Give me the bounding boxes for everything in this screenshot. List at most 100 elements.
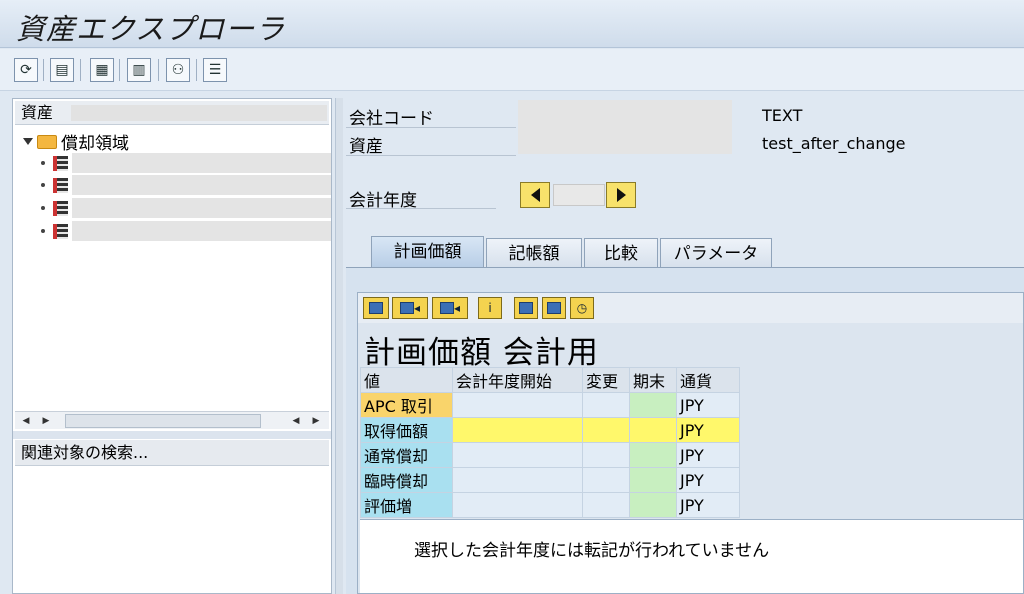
table-cell[interactable] bbox=[582, 417, 630, 443]
table-cell[interactable] bbox=[452, 442, 583, 468]
panel-splitter[interactable] bbox=[13, 431, 331, 439]
column-header[interactable]: 通貨 bbox=[676, 367, 740, 393]
table-cell[interactable] bbox=[629, 417, 677, 443]
bullet-icon bbox=[41, 229, 45, 233]
tree-item[interactable] bbox=[41, 175, 331, 195]
toolbar-separator bbox=[196, 59, 197, 81]
table-cell[interactable] bbox=[629, 442, 677, 468]
table-cell[interactable] bbox=[629, 492, 677, 518]
column-header[interactable]: 値 bbox=[360, 367, 453, 393]
toolbar-separator bbox=[158, 59, 159, 81]
tree-item[interactable] bbox=[41, 153, 331, 173]
currency-cell: JPY bbox=[676, 492, 740, 518]
tree-item-label bbox=[72, 198, 331, 218]
currency-cell: JPY bbox=[676, 467, 740, 493]
people-icon[interactable]: ⚇ bbox=[166, 58, 190, 82]
scroll-thumb[interactable] bbox=[65, 414, 261, 428]
row-label: APC 取引 bbox=[360, 392, 453, 418]
graphic-icon[interactable] bbox=[514, 297, 538, 319]
folder-open-icon bbox=[37, 134, 57, 149]
table-row[interactable]: 評価増 JPY bbox=[360, 492, 740, 518]
tree-item[interactable] bbox=[41, 198, 331, 218]
tree-node-label: 償却領域 bbox=[61, 134, 129, 154]
print-icon[interactable] bbox=[363, 297, 389, 319]
title-bar: 資産エクスプローラ bbox=[0, 0, 1024, 48]
row-label: 臨時償却 bbox=[360, 467, 453, 493]
previous-year-button[interactable] bbox=[520, 182, 550, 208]
calculator-icon[interactable] bbox=[542, 297, 566, 319]
row-label: 通常償却 bbox=[360, 442, 453, 468]
table-cell[interactable] bbox=[582, 492, 630, 518]
tree-horizontal-scrollbar[interactable]: ◀ ▶ ◀ ▶ bbox=[15, 411, 329, 429]
clock-icon[interactable]: ◷ bbox=[570, 297, 594, 319]
scroll-right-icon[interactable]: ▶ bbox=[41, 415, 51, 427]
table-row[interactable]: 通常償却 JPY bbox=[360, 442, 740, 468]
table-icon bbox=[53, 177, 68, 193]
search-label: 関連対象の検索... bbox=[21, 443, 149, 462]
tab-comparison[interactable]: 比較 bbox=[584, 238, 658, 268]
toolbar-separator bbox=[119, 59, 120, 81]
export-dropdown-icon[interactable]: ◂ bbox=[432, 297, 468, 319]
row-label: 評価増 bbox=[360, 492, 453, 518]
vertical-splitter[interactable] bbox=[335, 98, 343, 594]
currency-cell: JPY bbox=[676, 417, 740, 443]
refresh-icon[interactable]: ⟳ bbox=[14, 58, 38, 82]
company-code-label: 会社コード bbox=[349, 109, 434, 129]
tab-posted-values[interactable]: 記帳額 bbox=[486, 238, 582, 268]
table-icon bbox=[53, 200, 68, 216]
status-message: 選択した会計年度には転記が行われていません bbox=[414, 541, 770, 561]
message-area: 選択した会計年度には転記が行われていません bbox=[360, 519, 1023, 593]
tree-header-value bbox=[71, 105, 327, 121]
table-cell[interactable] bbox=[452, 417, 583, 443]
calc-icon[interactable]: ▦ bbox=[90, 58, 114, 82]
scroll-left-icon[interactable]: ◀ bbox=[21, 415, 31, 427]
tree-item[interactable] bbox=[41, 221, 331, 241]
scroll-right-icon[interactable]: ▶ bbox=[311, 415, 321, 427]
arrow-right-icon bbox=[616, 188, 626, 202]
table-icon[interactable]: ▥ bbox=[127, 58, 151, 82]
column-header[interactable]: 期末 bbox=[629, 367, 677, 393]
save-icon[interactable]: ▤ bbox=[50, 58, 74, 82]
table-row[interactable]: 臨時償却 JPY bbox=[360, 467, 740, 493]
arrow-left-icon bbox=[530, 188, 540, 202]
table-icon bbox=[53, 155, 68, 171]
asset-text: test_after_change bbox=[762, 134, 906, 153]
table-cell[interactable] bbox=[582, 467, 630, 493]
table-cell[interactable] bbox=[582, 442, 630, 468]
table-header-row: 値 会計年度開始 変更 期末 通貨 bbox=[360, 367, 740, 393]
application-toolbar: ⟳ ▤ ▦ ▥ ⚇ ☰ bbox=[0, 49, 1024, 91]
planned-values-table: 値 会計年度開始 変更 期末 通貨 APC 取引 JPY 取得価額 JPY 通常… bbox=[360, 367, 740, 518]
tab-parameters[interactable]: パラメータ bbox=[660, 238, 772, 268]
column-header[interactable]: 会計年度開始 bbox=[452, 367, 583, 393]
next-year-button[interactable] bbox=[606, 182, 636, 208]
alv-grid-container: ◂ ◂ i ◷ 計画価額 会計用 値 会計年度開始 変更 期末 通貨 APC 取… bbox=[357, 292, 1024, 594]
table-cell[interactable] bbox=[629, 467, 677, 493]
table-row[interactable]: 取得価額 JPY bbox=[360, 417, 740, 443]
bullet-icon bbox=[41, 183, 45, 187]
label-underline bbox=[346, 208, 496, 209]
info-icon[interactable]: i bbox=[478, 297, 502, 319]
list-icon[interactable]: ☰ bbox=[203, 58, 227, 82]
column-header[interactable]: 変更 bbox=[582, 367, 630, 393]
table-cell[interactable] bbox=[452, 392, 583, 418]
scroll-left-icon[interactable]: ◀ bbox=[291, 415, 301, 427]
table-cell[interactable] bbox=[452, 492, 583, 518]
expand-triangle-icon[interactable] bbox=[23, 138, 33, 145]
tree-item-label bbox=[72, 153, 331, 173]
currency-cell: JPY bbox=[676, 442, 740, 468]
details-dropdown-icon[interactable]: ◂ bbox=[392, 297, 428, 319]
bullet-icon bbox=[41, 206, 45, 210]
tab-planned-values[interactable]: 計画価額 bbox=[371, 236, 484, 268]
related-objects-search[interactable]: 関連対象の検索... bbox=[15, 440, 329, 466]
table-row[interactable]: APC 取引 JPY bbox=[360, 392, 740, 418]
row-label: 取得価額 bbox=[360, 417, 453, 443]
label-underline bbox=[346, 127, 516, 128]
table-cell[interactable] bbox=[629, 392, 677, 418]
alv-title: 計画価額 会計用 bbox=[364, 335, 599, 371]
table-cell[interactable] bbox=[582, 392, 630, 418]
tree-node-depreciation-areas[interactable]: 償却領域 bbox=[23, 129, 129, 154]
fiscal-year-input[interactable] bbox=[553, 184, 605, 206]
tree-header: 資産 bbox=[15, 101, 329, 125]
table-cell[interactable] bbox=[452, 467, 583, 493]
currency-cell: JPY bbox=[676, 392, 740, 418]
